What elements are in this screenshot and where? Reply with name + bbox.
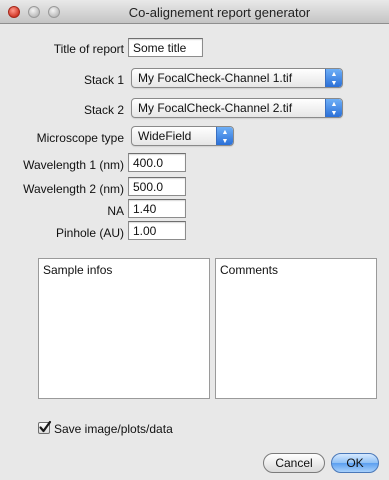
na-label: NA [107, 204, 124, 218]
comments-textarea[interactable]: Comments [215, 258, 377, 399]
sample-infos-text: Sample infos [43, 263, 113, 277]
stack2-label: Stack 2 [83, 103, 124, 117]
sample-infos-textarea[interactable]: Sample infos [38, 258, 210, 399]
na-input[interactable]: 1.40 [128, 199, 186, 218]
pinhole-label: Pinhole (AU) [55, 226, 124, 240]
microscope-type-select[interactable]: WideField ▲ ▼ [131, 126, 234, 146]
title-of-report-input[interactable]: Some title [128, 38, 203, 57]
comments-text: Comments [220, 263, 279, 277]
microscope-type-label: Microscope type [36, 131, 124, 145]
close-icon[interactable] [8, 6, 20, 18]
stack1-value: My FocalCheck-Channel 1.tif [138, 71, 293, 85]
ok-button[interactable]: OK [331, 453, 379, 473]
cancel-button[interactable]: Cancel [263, 453, 325, 473]
window-title: Co-alignement report generator [128, 5, 311, 20]
stack1-label: Stack 1 [83, 73, 124, 87]
updown-arrows-icon: ▲ ▼ [325, 69, 342, 87]
report-generator-window: Co-alignement report generator Title of … [0, 0, 389, 480]
stack1-select[interactable]: My FocalCheck-Channel 1.tif ▲ ▼ [131, 68, 343, 88]
wavelength1-input[interactable]: 400.0 [128, 153, 186, 172]
updown-arrows-icon: ▲ ▼ [325, 99, 342, 117]
wavelength1-label: Wavelength 1 (nm) [23, 158, 124, 172]
stack2-select[interactable]: My FocalCheck-Channel 2.tif ▲ ▼ [131, 98, 343, 118]
pinhole-input[interactable]: 1.00 [128, 221, 186, 240]
wavelength2-label: Wavelength 2 (nm) [23, 182, 124, 196]
updown-arrows-icon: ▲ ▼ [216, 127, 233, 145]
stack2-value: My FocalCheck-Channel 2.tif [138, 101, 293, 115]
title-of-report-label: Title of report [53, 42, 124, 56]
save-checkbox[interactable] [38, 420, 52, 434]
titlebar: Co-alignement report generator [0, 0, 389, 24]
microscope-type-value: WideField [138, 129, 192, 143]
save-checkbox-label[interactable]: Save image/plots/data [54, 422, 173, 436]
minimize-icon[interactable] [28, 6, 40, 18]
wavelength2-input[interactable]: 500.0 [128, 177, 186, 196]
zoom-icon[interactable] [48, 6, 60, 18]
checkmark-icon [39, 420, 52, 433]
